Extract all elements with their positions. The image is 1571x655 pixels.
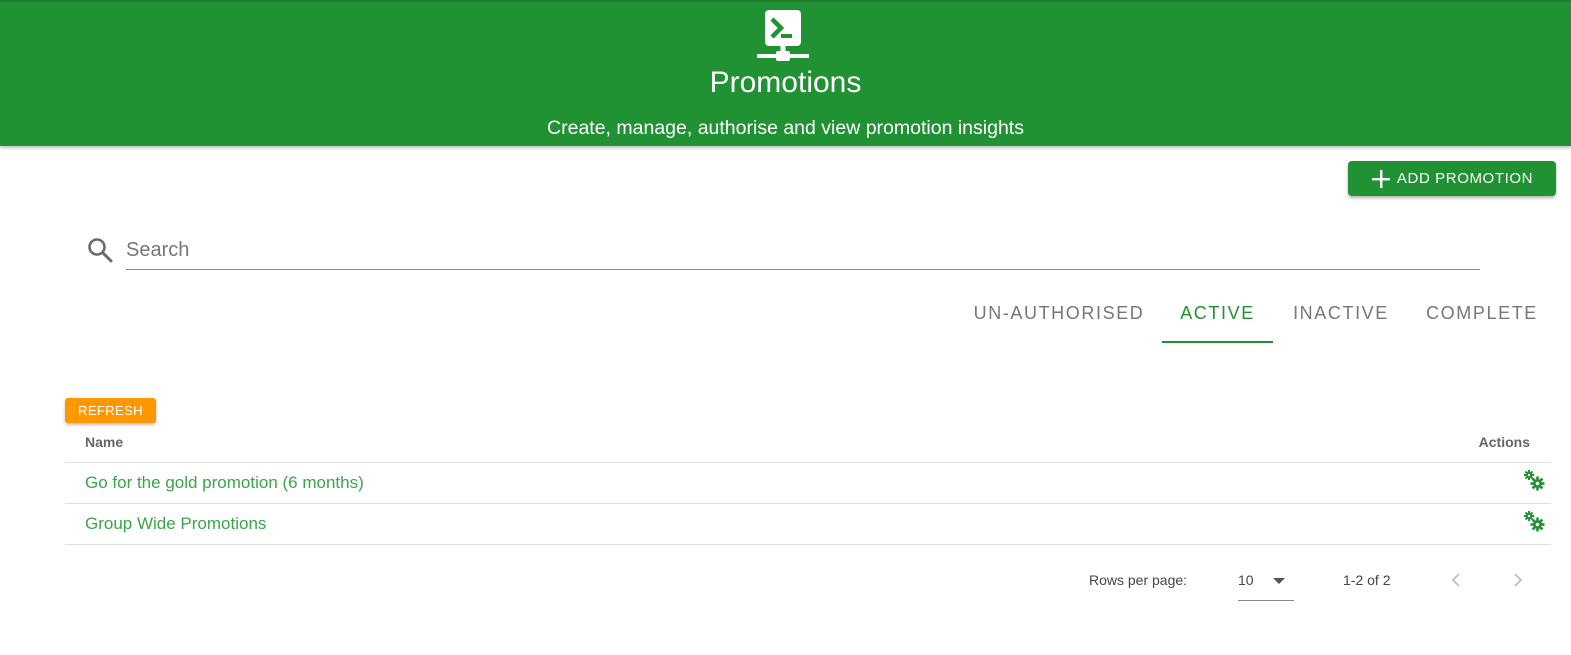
table-row: Group Wide Promotions xyxy=(65,504,1551,545)
rows-per-page-select[interactable]: 10 xyxy=(1238,562,1294,601)
cogs-icon[interactable] xyxy=(1523,510,1545,532)
tab-active[interactable]: ACTIVE xyxy=(1162,290,1273,342)
chevron-left-icon[interactable] xyxy=(1444,568,1468,592)
page-title: Promotions xyxy=(709,66,862,99)
tab-un-authorised[interactable]: UN-AUTHORISED xyxy=(962,290,1156,342)
search-input[interactable] xyxy=(126,232,1480,270)
plus-icon xyxy=(1371,169,1390,188)
table-header: Name Actions xyxy=(65,424,1551,463)
search-icon xyxy=(88,238,113,263)
tab-inactive[interactable]: INACTIVE xyxy=(1280,290,1402,342)
rows-per-page-value: 10 xyxy=(1238,572,1254,588)
column-header-name[interactable]: Name xyxy=(85,434,123,450)
rows-per-page-label: Rows per page: xyxy=(1089,572,1188,588)
table-row: Go for the gold promotion (6 months) xyxy=(65,463,1551,504)
active-tab-indicator xyxy=(1162,341,1273,343)
caret-down-icon xyxy=(1273,578,1285,584)
add-promotion-button[interactable]: ADD PROMOTION xyxy=(1348,161,1556,196)
tab-complete[interactable]: COMPLETE xyxy=(1414,290,1550,342)
promotion-name-link[interactable]: Group Wide Promotions xyxy=(85,514,266,534)
status-tabs: UN-AUTHORISED ACTIVE INACTIVE COMPLETE xyxy=(0,290,1571,344)
promotions-table: Name Actions Go for the gold promotion (… xyxy=(65,424,1551,545)
page-subtitle: Create, manage, authorise and view promo… xyxy=(547,117,1024,139)
chevron-right-icon[interactable] xyxy=(1506,568,1530,592)
page-header: Promotions Create, manage, authorise and… xyxy=(0,0,1571,146)
page-range-label: 1-2 of 2 xyxy=(1343,572,1391,588)
add-promotion-label: ADD PROMOTION xyxy=(1396,170,1534,187)
promotion-name-link[interactable]: Go for the gold promotion (6 months) xyxy=(85,473,364,493)
terminal-network-icon xyxy=(757,10,809,61)
refresh-button[interactable]: REFRESH xyxy=(65,398,156,423)
column-header-actions: Actions xyxy=(1478,434,1530,450)
cogs-icon[interactable] xyxy=(1523,469,1545,491)
table-pagination: Rows per page: 10 1-2 of 2 xyxy=(0,560,1571,602)
